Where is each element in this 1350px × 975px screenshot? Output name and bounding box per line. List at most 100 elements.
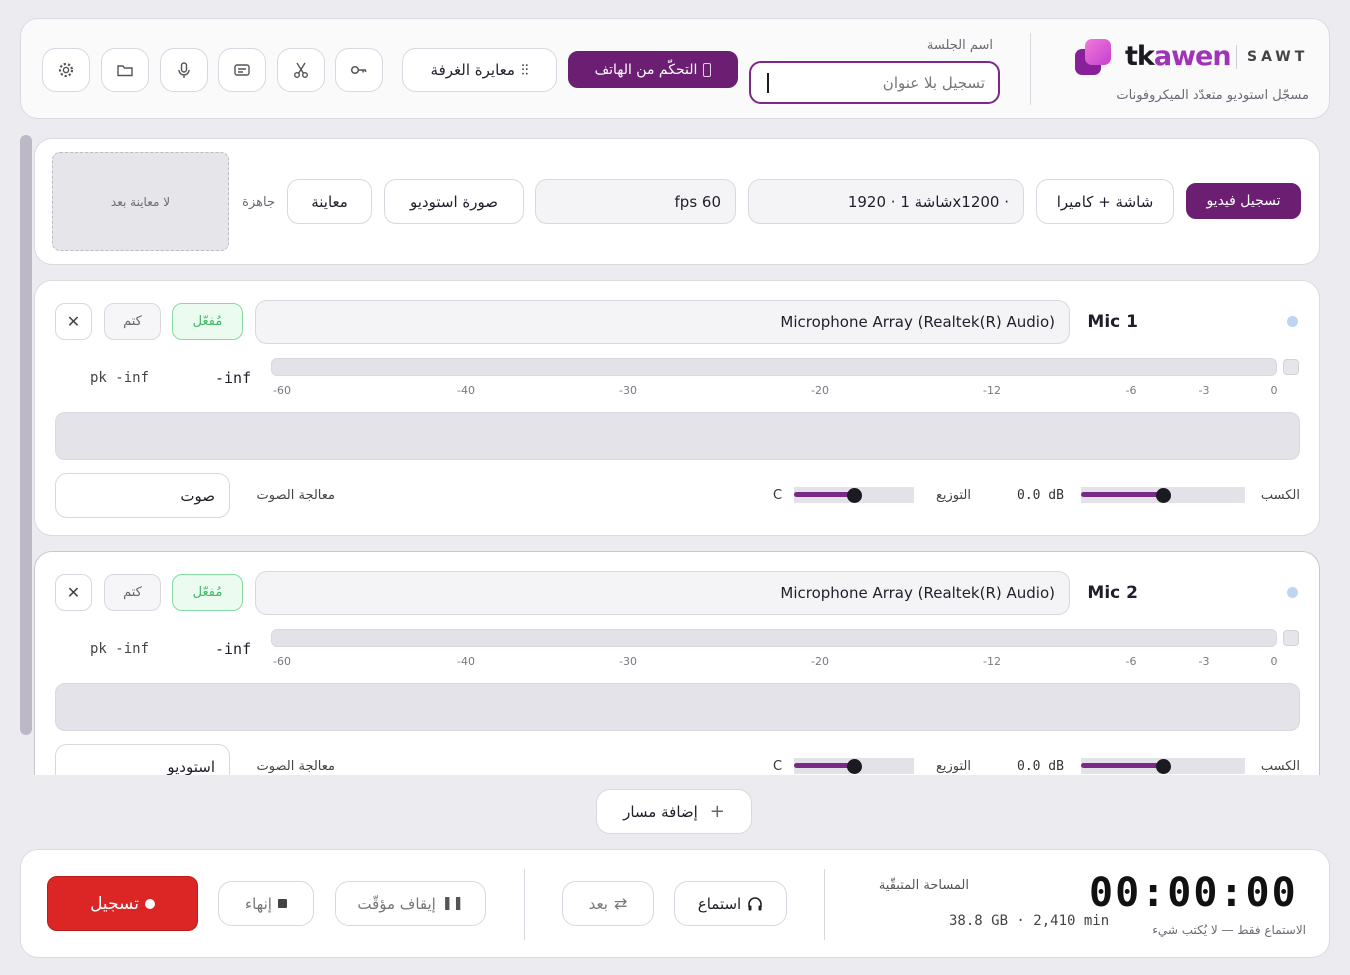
captions-button[interactable]: [218, 48, 266, 92]
processing-select[interactable]: استوديو: [55, 744, 230, 775]
fps-select[interactable]: fps 60: [535, 179, 736, 224]
device-select[interactable]: Microphone Array (Realtek(R) Audio): [255, 300, 1070, 344]
track-status-dot: [1287, 587, 1298, 598]
swap-icon: ⇄: [613, 894, 628, 913]
record-button[interactable]: تسجيل: [47, 876, 198, 931]
pause-label: إيقاف مؤقّت: [357, 894, 436, 913]
screen-select[interactable]: شاشة 1 · 1920x1200 ·: [748, 179, 1024, 224]
transport-divider-2: [524, 869, 525, 940]
add-track-label: إضافة مسار: [623, 802, 698, 821]
headphones-icon: [748, 896, 763, 910]
track-card-1: Mic 1 Microphone Array (Realtek(R) Audio…: [34, 280, 1320, 536]
gear-icon: [58, 62, 74, 78]
listen-label: استماع: [697, 894, 742, 913]
captions-icon: [234, 64, 250, 76]
pan-slider-knob[interactable]: [847, 759, 862, 774]
gain-value: 0.0 dB: [1017, 759, 1064, 774]
record-video-button[interactable]: تسجيل فيديو: [1186, 183, 1301, 219]
enabled-toggle[interactable]: مُفعّل: [172, 303, 243, 340]
clip-indicator: [1283, 630, 1299, 646]
gain-slider-knob[interactable]: [1156, 488, 1171, 503]
processing-select[interactable]: صوت: [55, 473, 230, 518]
fps-select-value: fps 60: [674, 192, 721, 211]
meter-scale: -60 -40 -30 -20 -12 -6 -3 0: [35, 655, 1321, 669]
microphone-button[interactable]: [160, 48, 208, 92]
remove-track-button[interactable]: ✕: [55, 574, 92, 611]
gain-slider-knob[interactable]: [1156, 759, 1171, 774]
folder-button[interactable]: [101, 48, 149, 92]
record-label: تسجيل: [90, 893, 139, 914]
session-input-wrap[interactable]: [749, 61, 1000, 104]
mute-button[interactable]: كتم: [104, 574, 161, 611]
add-track-button[interactable]: إضافة مسار +: [596, 789, 752, 834]
plus-icon: +: [709, 801, 725, 822]
scale-tick: -60: [273, 384, 291, 397]
pause-icon: ❚❚: [441, 896, 464, 911]
pause-button[interactable]: إيقاف مؤقّت ❚❚: [335, 881, 486, 926]
stop-label: إنهاء: [245, 894, 272, 913]
pan-slider[interactable]: [794, 487, 914, 503]
mute-button[interactable]: كتم: [104, 303, 161, 340]
clip-indicator: [1283, 359, 1299, 375]
preview-button[interactable]: معاينة: [287, 179, 372, 224]
remote-label: بعد: [588, 894, 608, 913]
enabled-toggle[interactable]: مُفعّل: [172, 574, 243, 611]
video-status: جاهزة: [242, 195, 275, 210]
scale-tick: -3: [1198, 655, 1210, 668]
phone-control-label: التحكّم من الهاتف: [594, 61, 698, 78]
header-divider: [1030, 33, 1031, 105]
remote-button[interactable]: بعد ⇄: [562, 881, 654, 926]
tracks-scrollbar[interactable]: [20, 135, 32, 735]
microphone-icon: [178, 62, 190, 78]
enabled-label: مُفعّل: [192, 585, 223, 600]
key-icon: [350, 65, 367, 75]
listen-button[interactable]: استماع: [674, 881, 787, 926]
stop-button[interactable]: إنهاء: [218, 881, 314, 926]
video-source-select[interactable]: شاشة + كاميرا: [1036, 179, 1174, 224]
room-calibration-label: معايرة الغرفة: [430, 61, 515, 79]
settings-button[interactable]: [42, 48, 90, 92]
gain-slider[interactable]: [1081, 487, 1245, 503]
tracks-viewport: Mic 1 Microphone Array (Realtek(R) Audio…: [34, 280, 1321, 775]
level-meter: [271, 358, 1277, 376]
device-select-value: Microphone Array (Realtek(R) Audio): [780, 313, 1055, 331]
video-card: تسجيل فيديو شاشة + كاميرا شاشة 1 · 1920x…: [34, 138, 1320, 265]
scale-tick: -6: [1125, 384, 1137, 397]
room-calibration-button[interactable]: معايرة الغرفة ⫶⫶: [402, 48, 557, 92]
preview-label: معاينة: [311, 192, 348, 211]
scale-tick: -20: [811, 384, 829, 397]
phone-control-button[interactable]: التحكّم من الهاتف: [568, 51, 738, 88]
video-preview-box: لا معاينة بعد: [52, 152, 229, 251]
studio-image-button[interactable]: صورة استوديو: [384, 179, 524, 224]
cut-button[interactable]: [277, 48, 325, 92]
logo-mark-front: [1085, 39, 1111, 65]
device-select[interactable]: Microphone Array (Realtek(R) Audio): [255, 571, 1070, 615]
scale-tick: -60: [273, 655, 291, 668]
studio-image-label: صورة استوديو: [410, 192, 498, 211]
session-name-input[interactable]: [773, 69, 985, 97]
video-source-label: شاشة + كاميرا: [1056, 192, 1154, 211]
brand-name: tkawen: [1125, 41, 1232, 72]
record-dot-icon: [144, 898, 155, 909]
mute-label: كتم: [123, 585, 142, 600]
track-status-dot: [1287, 316, 1298, 327]
processing-select-value: استوديو: [167, 757, 215, 776]
processing-select-value: صوت: [180, 486, 215, 505]
session-label: اسم الجلسة: [926, 38, 993, 53]
screen-select-value: شاشة 1 · 1920x1200 ·: [847, 192, 1009, 211]
brand-sub: SAWT: [1247, 49, 1309, 65]
phone-icon: [703, 62, 712, 77]
waveform-display: [55, 683, 1300, 731]
pan-slider-fill: [794, 763, 854, 768]
brand-logo: [1075, 39, 1115, 79]
text-caret: [767, 73, 769, 93]
transport-divider: [824, 869, 825, 940]
track-name: Mic 1: [1087, 312, 1138, 332]
pan-slider[interactable]: [794, 758, 914, 774]
record-video-label: تسجيل فيديو: [1206, 193, 1281, 209]
remove-track-button[interactable]: ✕: [55, 303, 92, 340]
pan-slider-knob[interactable]: [847, 488, 862, 503]
pan-label: التوزيع: [935, 488, 971, 503]
gain-slider[interactable]: [1081, 758, 1245, 774]
key-button[interactable]: [335, 48, 383, 92]
